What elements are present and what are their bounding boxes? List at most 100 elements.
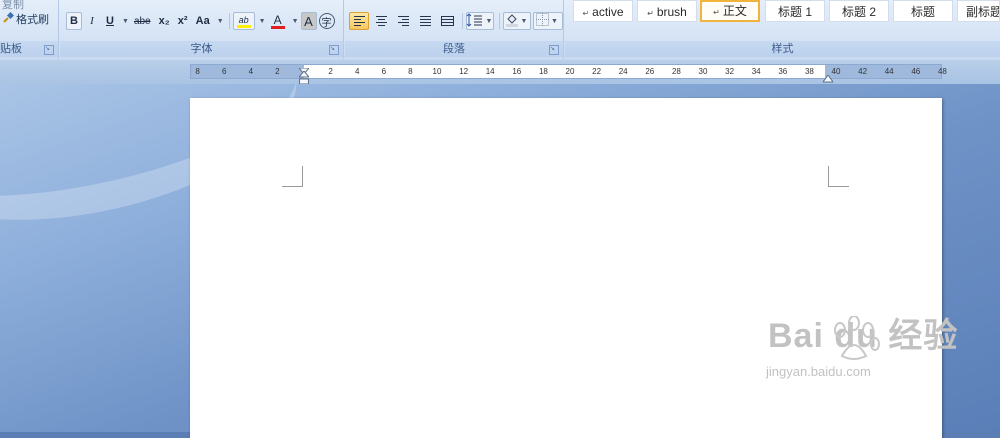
bold-button[interactable]: B (66, 12, 82, 30)
top-right-margin-corner (828, 166, 849, 187)
superscript-button[interactable]: x² (175, 12, 191, 30)
shading-dropdown-icon: ▼ (520, 17, 528, 25)
paragraph-toolbar: ▼ ▼ ▼ (349, 11, 565, 31)
line-spacing-icon (466, 12, 484, 30)
top-left-margin-corner (282, 166, 303, 187)
style-tile-brush[interactable]: ↵ brush (637, 0, 697, 22)
ruler-tick-label: 2 (275, 67, 280, 76)
toolbar-separator (462, 13, 463, 29)
italic-button[interactable]: I (84, 12, 100, 30)
style-tile-label: active (592, 5, 624, 19)
enclose-characters-button[interactable]: 字 (318, 13, 335, 29)
clipboard-group: 复制 格式刷 贴板 ↘ (0, 0, 59, 59)
underline-dropdown-icon[interactable]: ▼ (122, 18, 129, 25)
format-painter-button[interactable]: 格式刷 (2, 11, 49, 27)
ruler-tick-label: 20 (565, 67, 575, 76)
line-spacing-dropdown-icon: ▼ (485, 17, 493, 25)
clipboard-group-label-text: 贴板 (0, 43, 22, 55)
ruler-tick-label: 24 (618, 67, 628, 76)
ruler-tick-label: 4 (248, 67, 254, 76)
align-left-button[interactable] (349, 12, 369, 30)
ruler-left-margin (191, 65, 304, 78)
style-tile-label: 标题 1 (777, 5, 812, 19)
align-center-button[interactable] (371, 12, 391, 30)
distributed-button[interactable] (437, 12, 457, 30)
ruler-tick-label: 16 (512, 67, 522, 76)
ruler-tick-label: 18 (538, 67, 548, 76)
highlight-label: ab (238, 14, 249, 25)
font-group-label: 字体 (60, 41, 343, 57)
ruler-tick-label: 4 (354, 67, 360, 76)
borders-button[interactable]: ▼ (533, 12, 563, 30)
paragraph-group-label: 段落 (345, 41, 563, 57)
style-tile-subtitle[interactable]: 副标题 (957, 0, 1000, 22)
paragraph-mark-icon: ↵ (647, 9, 654, 18)
ruler-tick-label: 2 (328, 67, 333, 76)
font-group: B I U ▼ abe x₂ x² Aa ▼ ab ▼ A ▼ A 字 字体 ↘ (60, 0, 344, 59)
strikethrough-button[interactable]: abe (131, 12, 154, 30)
styles-group: ↵ active ↵ brush ↵ 正文 标题 1 标题 2 标题 副标题 样式 (565, 0, 1000, 59)
font-toolbar: B I U ▼ abe x₂ x² Aa ▼ ab ▼ A ▼ A 字 (66, 11, 337, 31)
ruler-tick-label: 8 (195, 67, 200, 76)
style-tile-label: 标题 (910, 5, 935, 19)
ruler-tick-label: 28 (671, 67, 681, 76)
ruler-tick-label: 48 (937, 67, 947, 76)
borders-icon (536, 13, 550, 29)
ruler-tick-label: 6 (381, 67, 387, 76)
ruler-tick-label: 46 (911, 67, 921, 76)
highlight-button[interactable]: ab (232, 12, 255, 30)
styles-group-label: 样式 (565, 41, 1000, 57)
change-case-button[interactable]: Aa (193, 12, 213, 30)
ruler-tick-label: 42 (858, 67, 868, 76)
ruler-tick-label: 32 (725, 67, 735, 76)
shading-button[interactable]: ▼ (503, 12, 531, 30)
ruler-right-margin (825, 65, 941, 78)
style-tile-label: 标题 2 (841, 5, 876, 19)
font-color-button[interactable]: A (268, 12, 288, 30)
style-tile-normal[interactable]: ↵ 正文 (700, 0, 760, 22)
ribbon: 复制 格式刷 贴板 ↘ B I U ▼ abe x₂ x² Aa ▼ ab ▼ … (0, 0, 1000, 61)
justify-button[interactable] (415, 12, 435, 30)
toolbar-separator (499, 13, 500, 29)
justify-icon (419, 16, 431, 26)
borders-dropdown-icon: ▼ (551, 17, 558, 25)
ruler-tick-label: 26 (645, 67, 655, 76)
underline-button[interactable]: U (102, 12, 118, 30)
ruler-tick-label: 30 (698, 67, 708, 76)
style-tile-heading-2[interactable]: 标题 2 (829, 0, 889, 22)
character-shading-button[interactable]: A (300, 12, 317, 30)
font-dialog-launcher[interactable]: ↘ (329, 45, 339, 55)
align-right-icon (397, 16, 409, 26)
style-tile-label: 正文 (722, 4, 747, 18)
ruler-tick-label: 38 (804, 67, 814, 76)
subscript-button[interactable]: x₂ (156, 12, 173, 30)
ruler-tick-label: 12 (459, 67, 469, 76)
style-tile-heading-1[interactable]: 标题 1 (765, 0, 825, 22)
highlight-dropdown-icon[interactable]: ▼ (259, 18, 266, 25)
toolbar-separator (228, 13, 230, 29)
ruler-tick-label: 36 (778, 67, 788, 76)
ruler-tick-label: 10 (432, 67, 442, 76)
style-tile-active[interactable]: ↵ active (573, 0, 633, 22)
ruler-tick-label: 8 (408, 67, 413, 76)
format-painter-label: 格式刷 (16, 14, 49, 26)
highlight-color-bar (236, 24, 251, 28)
distributed-icon (440, 16, 454, 26)
line-spacing-button[interactable]: ▼ (466, 12, 494, 30)
style-tile-title[interactable]: 标题 (893, 0, 953, 22)
font-color-label: A (273, 12, 282, 27)
ruler-tick-label: 34 (751, 67, 761, 76)
horizontal-ruler[interactable]: 8 6 4 2 2 4 6 8 10 12 14 16 18 20 22 24 26 28 30 32 34 36 38 40… (190, 64, 947, 85)
change-case-dropdown-icon[interactable]: ▼ (217, 18, 224, 25)
paragraph-mark-icon: ↵ (713, 8, 720, 17)
align-left-icon (353, 16, 365, 26)
paragraph-dialog-launcher[interactable]: ↘ (549, 45, 559, 55)
font-color-bar (270, 25, 285, 29)
paragraph-mark-icon: ↵ (582, 9, 590, 18)
clipboard-dialog-launcher[interactable]: ↘ (44, 45, 54, 55)
ruler-tick-label: 6 (221, 67, 227, 76)
document-page[interactable] (190, 98, 942, 438)
paragraph-group: ▼ ▼ ▼ 段落 ↘ (345, 0, 564, 59)
align-right-button[interactable] (393, 12, 413, 30)
font-color-dropdown-icon[interactable]: ▼ (292, 18, 299, 25)
